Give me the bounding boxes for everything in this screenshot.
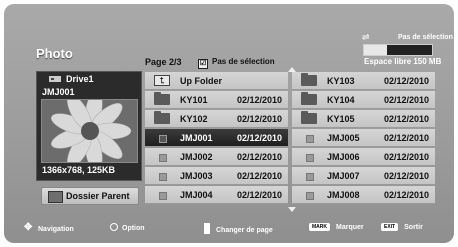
item-name: JMJ006: [327, 152, 360, 162]
item-date: 02/12/2010: [383, 133, 429, 143]
item-name: KY101: [180, 95, 208, 105]
folder-icon: [301, 111, 317, 124]
flower-image: [42, 100, 137, 162]
file-grid: ⮤ Up Folder KY101 02/12/2010 KY102 02/12/2010…: [145, 72, 435, 205]
item-date: 02/12/2010: [236, 152, 282, 162]
parent-folder-button[interactable]: Dossier Parent: [41, 187, 139, 205]
file-item[interactable]: JMJ002 02/12/2010: [145, 148, 288, 166]
storage-usage-fill: [364, 45, 388, 55]
photo-file-icon: [306, 154, 314, 162]
drive-icon: [49, 76, 61, 82]
footer-bar: Navigation Option Changer de page MARKMa…: [4, 214, 454, 243]
item-date: 02/12/2010: [383, 95, 429, 105]
item-name: JMJ004: [180, 190, 213, 200]
page-change-hint[interactable]: Changer de page: [204, 223, 273, 234]
up-folder-item[interactable]: ⮤ Up Folder: [145, 72, 288, 90]
no-selection-label: Pas de sélection: [212, 57, 275, 66]
no-selection-toggle[interactable]: ☑ Pas de sélection: [198, 57, 275, 69]
file-item[interactable]: JMJ003 02/12/2010: [145, 167, 288, 185]
scroll-down-icon[interactable]: [288, 207, 296, 212]
folder-item[interactable]: KY104 02/12/2010: [292, 91, 435, 109]
item-name: KY105: [327, 114, 355, 124]
item-date: 02/12/2010: [236, 114, 282, 124]
option-hint[interactable]: Option: [110, 223, 145, 232]
folder-item[interactable]: KY102 02/12/2010: [145, 110, 288, 128]
usb-icon: ⇌: [362, 32, 370, 42]
photo-file-icon: [306, 173, 314, 181]
image-info: 1366x768, 125KB: [42, 165, 116, 175]
photo-file-icon: [159, 173, 167, 181]
folder-icon: [301, 92, 317, 105]
item-name: KY102: [180, 114, 208, 124]
file-item[interactable]: JMJ005 02/12/2010: [292, 129, 435, 147]
checkbox-icon: ☑: [198, 59, 208, 69]
mark-hint[interactable]: MARK Marquer: [309, 223, 364, 231]
item-date: 02/12/2010: [383, 76, 429, 86]
item-date: 02/12/2010: [236, 133, 282, 143]
preview-thumbnail: [41, 99, 138, 163]
photo-browser-screen: Photo ⇌ Pas de sélection Espace libre 15…: [4, 4, 454, 243]
folder-icon: [154, 111, 170, 124]
item-name: JMJ005: [327, 133, 360, 143]
navigation-hint: Navigation: [24, 222, 74, 233]
exit-key-icon: EXIT: [381, 223, 399, 231]
page-key-icon: [204, 223, 210, 234]
up-folder-icon: [48, 191, 63, 203]
storage-usage-bar: [363, 44, 433, 56]
photo-file-icon: [306, 192, 314, 200]
photo-file-icon: [306, 135, 314, 143]
folder-icon: [301, 73, 317, 86]
item-date: 02/12/2010: [383, 171, 429, 181]
selection-status-label: Pas de sélection: [398, 34, 453, 41]
item-name: KY104: [327, 95, 355, 105]
photo-file-icon: [159, 192, 167, 200]
file-item[interactable]: JMJ006 02/12/2010: [292, 148, 435, 166]
navigation-icon: [24, 222, 34, 233]
photo-file-icon: [159, 135, 167, 143]
folder-item[interactable]: KY105 02/12/2010: [292, 110, 435, 128]
file-item[interactable]: JMJ008 02/12/2010: [292, 186, 435, 204]
file-item[interactable]: JMJ007 02/12/2010: [292, 167, 435, 185]
exit-hint[interactable]: EXIT Sortir: [381, 223, 423, 231]
item-date: 02/12/2010: [383, 114, 429, 124]
item-name: Up Folder: [180, 76, 222, 86]
folder-item[interactable]: KY103 02/12/2010: [292, 72, 435, 90]
item-date: 02/12/2010: [236, 190, 282, 200]
page-title: Photo: [36, 46, 73, 61]
file-item[interactable]: JMJ001 02/12/2010: [145, 129, 288, 147]
item-name: JMJ001: [180, 133, 213, 143]
page-indicator: Page 2/3: [145, 57, 182, 67]
item-name: KY103: [327, 76, 355, 86]
folder-item[interactable]: KY101 02/12/2010: [145, 91, 288, 109]
parent-folder-label: Dossier Parent: [66, 191, 130, 201]
drive-label: Drive1: [66, 74, 94, 84]
folder-icon: [154, 92, 170, 105]
preview-filename: JMJ001: [42, 87, 75, 97]
item-date: 02/12/2010: [383, 152, 429, 162]
item-name: JMJ003: [180, 171, 213, 181]
item-date: 02/12/2010: [236, 171, 282, 181]
item-name: JMJ002: [180, 152, 213, 162]
item-date: 02/12/2010: [236, 95, 282, 105]
mark-key-icon: MARK: [309, 223, 330, 231]
item-date: 02/12/2010: [383, 190, 429, 200]
photo-file-icon: [159, 154, 167, 162]
item-name: JMJ008: [327, 190, 360, 200]
ok-button-icon: [110, 223, 118, 231]
up-folder-icon: ⮤: [154, 75, 170, 86]
free-space-label: Espace libre 150 MB: [364, 57, 442, 66]
item-name: JMJ007: [327, 171, 360, 181]
file-item[interactable]: JMJ004 02/12/2010: [145, 186, 288, 204]
